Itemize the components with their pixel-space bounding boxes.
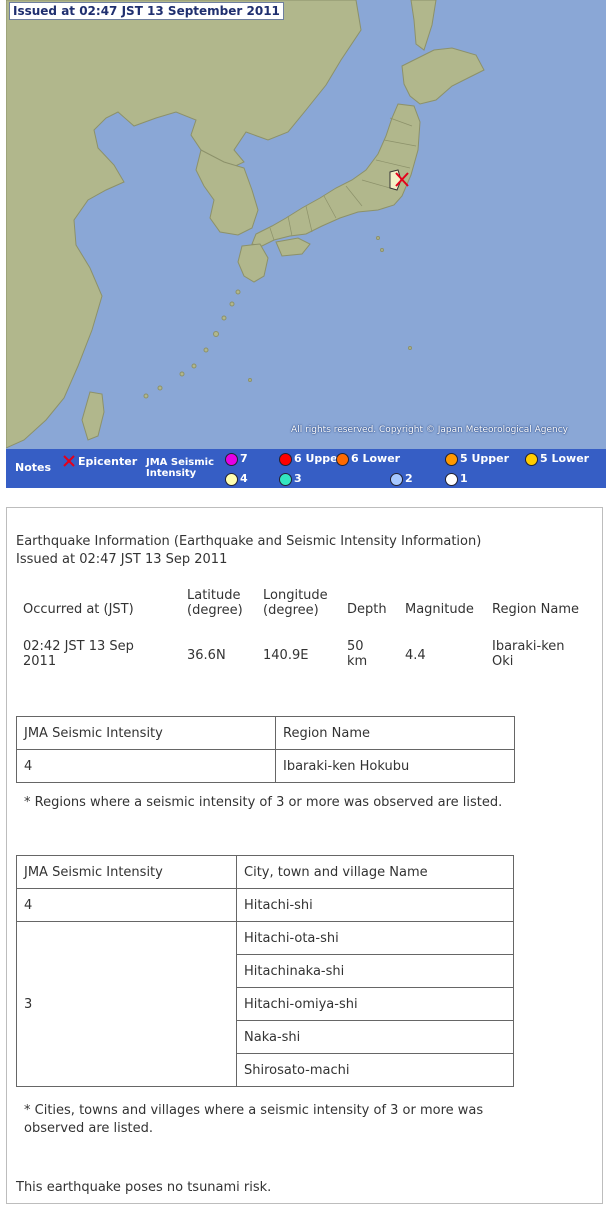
city-note: * Cities, towns and villages where a sei…	[24, 1103, 484, 1136]
map-canvas: Issued at 02:47 JST 13 September 2011 Al…	[6, 0, 606, 449]
summary-latitude: 36.6N	[187, 648, 226, 663]
summary-header-region: Region Name	[492, 602, 579, 617]
region-line2: Oki	[492, 654, 514, 669]
summary-depth: 50 km	[340, 628, 398, 669]
intensity-label: 1	[460, 472, 468, 485]
city-table-header-city: City, town and village Name	[236, 855, 514, 889]
region-intensity-table: JMA Seismic Intensity Region Name 4 Ibar…	[16, 716, 515, 783]
region-row-name: Ibaraki-ken Hokubu	[275, 749, 515, 783]
city-name: Hitachi-omiya-shi	[236, 987, 514, 1021]
city-name: Hitachinaka-shi	[236, 954, 514, 988]
summary-header-depth: Depth	[347, 602, 387, 617]
city-name: Naka-shi	[236, 1020, 514, 1054]
region-row-intensity: 4	[16, 749, 276, 783]
intensity-label: 3	[294, 472, 302, 485]
city-table-header: JMA Seismic Intensity City, town and vil…	[16, 855, 514, 889]
summary-header-longitude: Longitude (degree)	[256, 588, 340, 628]
city-name: Hitachi-shi	[236, 888, 514, 922]
summary-region: Ibaraki-ken Oki	[485, 628, 599, 669]
issued-stamp: Issued at 02:47 JST 13 September 2011	[9, 2, 284, 20]
map-graphic	[6, 0, 606, 449]
region-table-header-region: Region Name	[275, 716, 515, 750]
summary-occurred: 02:42 JST 13 Sep 2011	[16, 628, 180, 669]
summary-header-latitude: Latitude (degree)	[180, 588, 256, 628]
intensity-color-dot	[390, 473, 403, 486]
summary-header-row: Occurred at (JST) Latitude (degree) Longi…	[16, 588, 599, 628]
latitude-header-line2: (degree)	[187, 603, 243, 618]
occurred-line2: 2011	[23, 654, 57, 669]
summary-header-occurred: Occurred at (JST)	[23, 602, 134, 617]
map-legend: Notes Epicenter JMA Seismic Intensity 7 6…	[6, 449, 606, 488]
intensity-color-dot	[525, 453, 538, 466]
longitude-header-line1: Longitude	[263, 588, 328, 603]
region-table-header: JMA Seismic Intensity Region Name	[16, 716, 515, 750]
intensity-color-dot	[336, 453, 349, 466]
summary-longitude: 140.9E	[263, 648, 309, 663]
intensity-label: 6 Lower	[351, 452, 401, 465]
city-name: Shirosato-machi	[236, 1053, 514, 1087]
city-table-header-intensity: JMA Seismic Intensity	[16, 855, 237, 889]
intensity-color-dot	[225, 473, 238, 486]
occurred-line1: 02:42 JST 13 Sep	[23, 639, 134, 654]
depth-line2: km	[347, 654, 368, 669]
intensity-label: 7	[240, 452, 248, 465]
tsunami-statement: This earthquake poses no tsunami risk.	[16, 1180, 272, 1195]
region-note: * Regions where a seismic intensity of 3…	[24, 795, 503, 810]
legend-jma-line1: JMA Seismic	[146, 457, 215, 468]
intensity-color-dot	[445, 453, 458, 466]
summary-value-row: 02:42 JST 13 Sep 2011 36.6N 140.9E 50 km 4…	[16, 628, 599, 669]
depth-line1: 50	[347, 639, 364, 654]
intensity-label: 4	[240, 472, 248, 485]
region-table-row: 4 Ibaraki-ken Hokubu	[16, 749, 515, 783]
city-name: Hitachi-ota-shi	[236, 921, 514, 955]
city-intensity-3: 3	[16, 921, 237, 1087]
info-issued: Issued at 02:47 JST 13 Sep 2011	[16, 552, 228, 567]
city-intensity-table: JMA Seismic Intensity City, town and vil…	[16, 855, 514, 1087]
intensity-color-dot	[279, 453, 292, 466]
summary-table: Occurred at (JST) Latitude (degree) Longi…	[16, 588, 599, 669]
legend-jma-label: JMA Seismic Intensity	[146, 457, 214, 479]
legend-notes-label: Notes	[15, 461, 52, 474]
intensity-color-dot	[445, 473, 458, 486]
summary-header-magnitude: Magnitude	[405, 602, 474, 617]
region-line1: Ibaraki-ken	[492, 639, 565, 654]
city-intensity-4: 4	[16, 888, 237, 922]
city-table-row: 3 Hitachi-ota-shi	[16, 921, 514, 1087]
intensity-color-dot	[279, 473, 292, 486]
info-title: Earthquake Information (Earthquake and S…	[16, 534, 482, 549]
latitude-header-line1: Latitude	[187, 588, 241, 603]
earthquake-info-panel: Earthquake Information (Earthquake and S…	[6, 507, 603, 1204]
city-table-row: 4 Hitachi-shi	[16, 888, 514, 922]
epicenter-icon	[63, 455, 75, 467]
intensity-map: Issued at 02:47 JST 13 September 2011 Al…	[6, 0, 606, 488]
summary-magnitude: 4.4	[405, 648, 426, 663]
longitude-header-line2: (degree)	[263, 603, 319, 618]
intensity-label: 5 Lower	[540, 452, 590, 465]
intensity-label: 5 Upper	[460, 452, 510, 465]
intensity-color-dot	[225, 453, 238, 466]
intensity-label: 2	[405, 472, 413, 485]
legend-jma-line2: Intensity	[146, 468, 197, 479]
region-table-header-intensity: JMA Seismic Intensity	[16, 716, 276, 750]
copyright-notice: All rights reserved. Copyright © Japan M…	[291, 425, 568, 435]
legend-epicenter-label: Epicenter	[78, 455, 138, 468]
